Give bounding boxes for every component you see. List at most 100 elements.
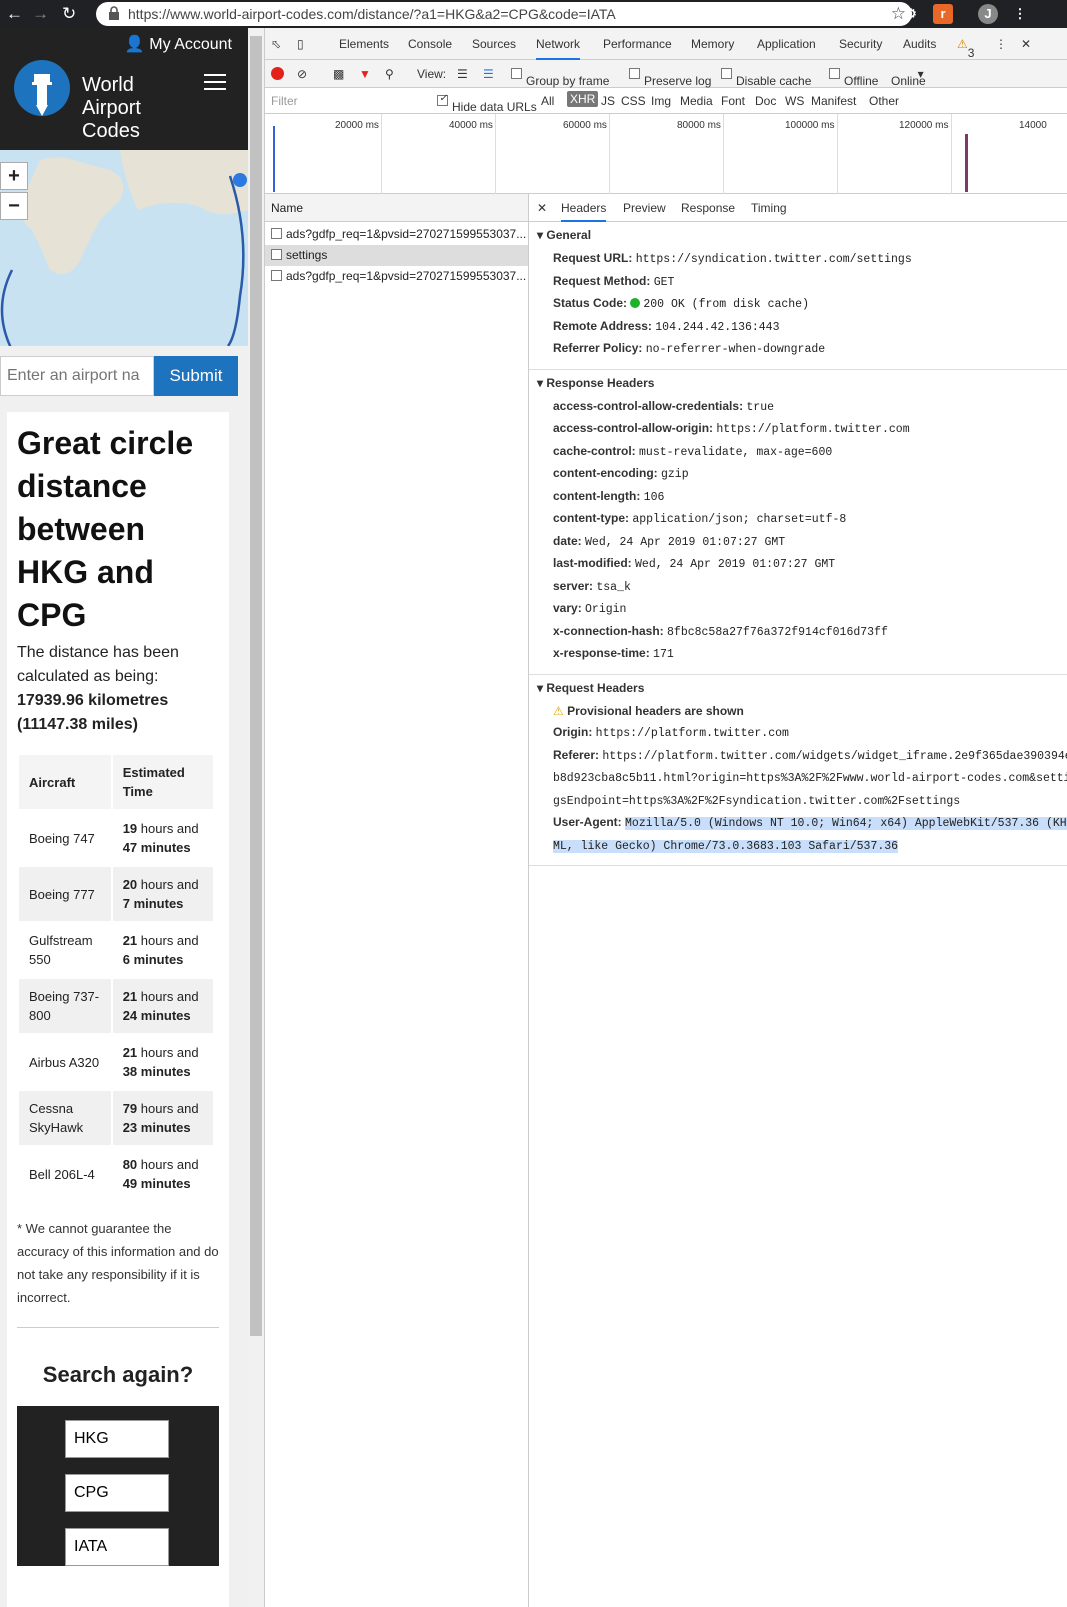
type-css[interactable]: CSS	[621, 94, 646, 108]
minutes-word: minutes	[133, 952, 184, 967]
device-toolbar-icon[interactable]: ▯	[297, 37, 304, 51]
offline-checkbox[interactable]: Offline	[829, 67, 878, 88]
waterfall-icon[interactable]: ☰	[483, 67, 494, 81]
type-manifest[interactable]: Manifest	[811, 94, 856, 108]
disable-cache-checkbox[interactable]: Disable cache	[721, 67, 811, 88]
disclaimer: * We cannot guarantee the accuracy of th…	[17, 1221, 219, 1305]
tab-sources[interactable]: Sources	[472, 37, 516, 51]
zoom-in-button[interactable]: +	[0, 162, 28, 190]
request-headers-toggle[interactable]: ▾ Request Headers	[529, 681, 1067, 695]
devtools-menu-icon[interactable]: ⋮	[995, 37, 1007, 51]
reload-icon[interactable]: ↻	[62, 4, 76, 24]
tab-preview[interactable]: Preview	[623, 201, 666, 215]
header-value: 104.244.42.136:443	[655, 320, 780, 334]
tab-application[interactable]: Application	[757, 37, 816, 51]
general-toggle[interactable]: ▾ General	[529, 228, 1067, 242]
tab-response[interactable]: Response	[681, 201, 735, 215]
scrollbar-thumb[interactable]	[250, 36, 262, 1336]
header-row: Request Method: GET	[529, 271, 1067, 294]
my-account-link[interactable]: 👤 My Account	[125, 34, 232, 54]
airport-1-input[interactable]	[65, 1420, 169, 1458]
tab-elements[interactable]: Elements	[339, 37, 389, 51]
group-by-frame-checkbox[interactable]: Group by frame	[511, 67, 609, 88]
throttling-select[interactable]: Online ▾	[891, 67, 926, 88]
search-icon[interactable]: ⚲	[385, 67, 394, 81]
close-devtools-icon[interactable]: ✕	[1021, 37, 1031, 51]
header-value: https://platform.twitter.com	[716, 423, 910, 436]
forward-icon[interactable]: →	[32, 4, 49, 24]
type-xhr[interactable]: XHR	[567, 91, 599, 107]
tab-network[interactable]: Network	[536, 37, 581, 60]
page-scrollbar[interactable]	[248, 28, 264, 1607]
zoom-out-button[interactable]: −	[0, 192, 28, 220]
type-doc[interactable]: Doc	[755, 94, 776, 108]
airport-2-input[interactable]	[65, 1474, 169, 1512]
tab-timing[interactable]: Timing	[751, 201, 787, 215]
header-value: 106	[643, 490, 665, 504]
capture-screenshots-icon[interactable]: ▩	[333, 67, 344, 81]
timeline-label: 20000 ms	[335, 120, 379, 131]
clear-icon[interactable]: ⊘	[297, 67, 307, 81]
inspect-element-icon[interactable]: ⬁	[271, 37, 281, 51]
menu-kebab-icon[interactable]: ⋮	[1010, 4, 1030, 24]
request-name: ads?gdfp_req=1&pvsid=270271599553037...	[286, 269, 527, 283]
timeline-label: 40000 ms	[449, 120, 493, 131]
warning-count[interactable]: ⚠ 3	[957, 37, 974, 60]
type-all[interactable]: All	[541, 94, 554, 108]
back-icon[interactable]: ←	[6, 4, 23, 24]
lock-icon	[109, 6, 119, 20]
tab-console[interactable]: Console	[408, 37, 452, 51]
preserve-log-checkbox[interactable]: Preserve log	[629, 67, 711, 88]
network-overview-timeline[interactable]: 20000 ms 40000 ms 60000 ms 80000 ms 1000…	[265, 114, 1067, 194]
response-headers-toggle[interactable]: ▾ Response Headers	[529, 376, 1067, 390]
extension-icon[interactable]: r	[933, 4, 953, 24]
hamburger-menu-icon[interactable]	[204, 74, 226, 92]
my-account-label: My Account	[149, 36, 232, 53]
timeline-gridline	[609, 114, 610, 194]
request-rows: ads?gdfp_req=1&pvsid=270271599553037... …	[265, 222, 528, 287]
type-font[interactable]: Font	[721, 94, 745, 108]
header-row: Referrer Policy: no-referrer-when-downgr…	[529, 338, 1067, 361]
close-detail-icon[interactable]: ✕	[537, 201, 547, 215]
request-row[interactable]: ads?gdfp_req=1&pvsid=270271599553037...	[265, 266, 528, 287]
type-js[interactable]: JS	[601, 94, 615, 108]
tab-performance[interactable]: Performance	[603, 37, 672, 51]
address-bar[interactable]: https://www.world-airport-codes.com/dist…	[96, 2, 912, 26]
distance-miles: (11147.38 miles)	[17, 716, 138, 733]
type-ws[interactable]: WS	[785, 94, 804, 108]
large-rows-icon[interactable]: ☰	[457, 67, 468, 81]
group-by-frame-label: Group by frame	[526, 74, 610, 88]
tab-memory[interactable]: Memory	[691, 37, 734, 51]
request-headers-section: ▾ Request Headers ⚠ Provisional headers …	[529, 675, 1067, 866]
timeline-gridline	[723, 114, 724, 194]
header-value: https://platform.twitter.com	[595, 727, 789, 740]
request-detail-panel: ✕ Headers Preview Response Timing ▾ Gene…	[529, 194, 1067, 1607]
profile-avatar[interactable]: J	[978, 4, 998, 24]
tab-security[interactable]: Security	[839, 37, 882, 51]
request-row-selected[interactable]: settings	[265, 245, 528, 266]
hide-data-urls-checkbox[interactable]: ✓ Hide data URLs	[437, 93, 537, 114]
airport-search-input[interactable]	[0, 356, 154, 396]
name-column-header[interactable]: Name	[265, 194, 528, 222]
submit-button[interactable]: Submit	[154, 356, 238, 396]
filter-icon[interactable]: ▼	[359, 67, 371, 81]
logo[interactable]	[14, 60, 70, 122]
request-row[interactable]: ads?gdfp_req=1&pvsid=270271599553037...	[265, 224, 528, 245]
record-icon[interactable]	[271, 67, 284, 80]
search-again-form	[17, 1406, 219, 1566]
type-other[interactable]: Other	[869, 94, 899, 108]
code-select[interactable]	[65, 1528, 169, 1566]
gear-icon[interactable]: ⚙	[901, 4, 921, 24]
minutes-value: 6	[122, 952, 130, 967]
tab-headers[interactable]: Headers	[561, 201, 607, 222]
search-again-heading: Search again?	[42, 1362, 194, 1387]
type-img[interactable]: Img	[651, 94, 671, 108]
minutes-word: minutes	[133, 896, 184, 911]
request-bar	[965, 134, 968, 192]
route-map[interactable]: + −	[0, 150, 248, 346]
filter-input[interactable]: Filter	[271, 94, 298, 108]
header-value: no-referrer-when-downgrade	[645, 343, 826, 356]
type-media[interactable]: Media	[680, 94, 713, 108]
header-key: last-modified:	[553, 556, 632, 570]
tab-audits[interactable]: Audits	[903, 37, 936, 51]
